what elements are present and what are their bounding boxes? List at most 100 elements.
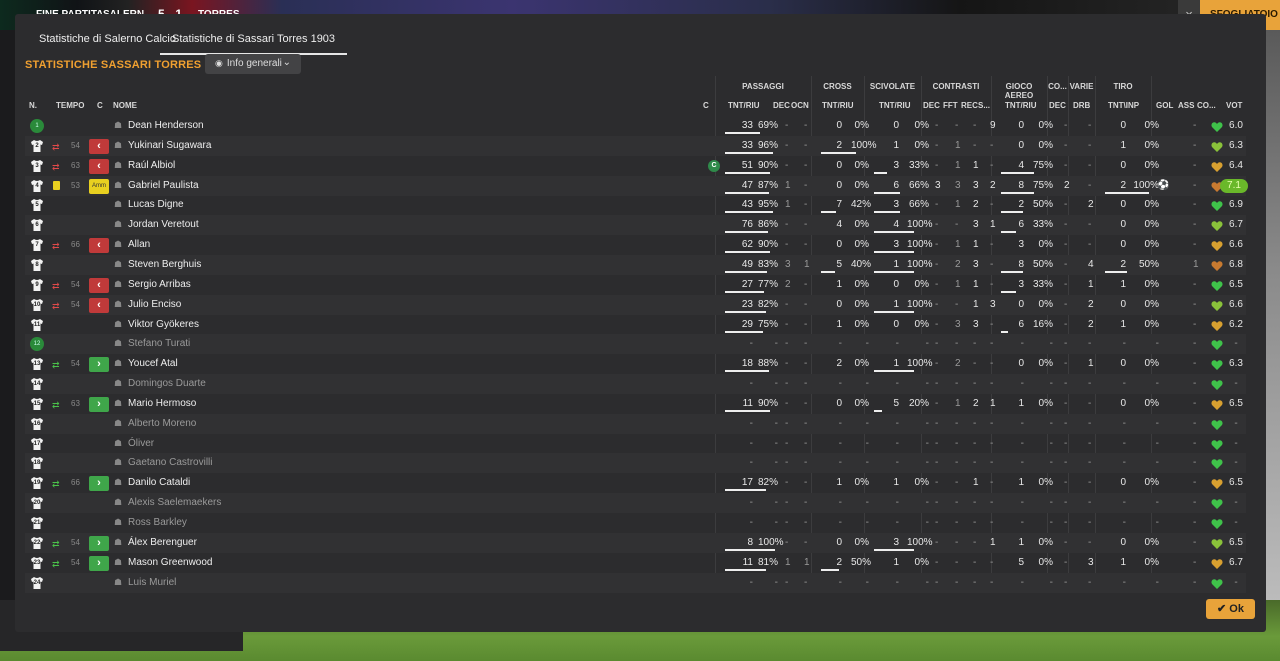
player-name[interactable]: Danilo Cataldi xyxy=(128,477,190,488)
col-ass[interactable]: ASS xyxy=(1178,101,1194,110)
tab-away-stats[interactable]: Statistiche di Sassari Torres 1903 xyxy=(160,33,348,55)
view-dropdown[interactable]: ◉ Info generali ⌄ xyxy=(205,54,301,74)
table-row[interactable]: 22 ⇄ › 54 ☗ Álex Berenguer 8 100% - -0 0% 3 100% - - -1… xyxy=(25,532,1246,553)
cross-completion: 0% xyxy=(854,159,869,171)
ok-button[interactable]: ✔ Ok xyxy=(1206,599,1255,619)
player-name[interactable]: Gaetano Castrovilli xyxy=(128,457,212,468)
col-pass-tnt-riu[interactable]: TNT/RIU xyxy=(728,101,760,110)
sub-in-icon[interactable]: › xyxy=(89,396,109,412)
table-row[interactable]: 23 ⇄ › 54 ☗ Mason Greenwood 11 81% 1 1 2 50% 1 0% - - - -… xyxy=(25,553,1246,573)
col-co-dec[interactable]: DEC xyxy=(1049,101,1066,110)
table-row[interactable]: 24 ☗ Luis Muriel - - - - - - - - - - - - - - - - - - - - xyxy=(25,572,1246,593)
col-time[interactable]: TEMPO xyxy=(56,101,84,110)
table-row[interactable]: 12 ☗ Stefano Turati - - - - - - - - - - - - - - - - - - - - xyxy=(25,334,1246,355)
tackle-attempts: 1 xyxy=(893,556,899,568)
col-pass-dec[interactable]: DEC xyxy=(773,101,790,110)
col-captain[interactable]: C xyxy=(703,101,709,110)
player-name[interactable]: Alberto Moreno xyxy=(128,418,196,429)
table-row[interactable]: 7 ⇄ ‹ 66 ☗ Allan 62 90% - -0 0% 3 100% -1 1-3 0% - -0 0% -6… xyxy=(25,235,1246,255)
player-name[interactable]: Allan xyxy=(128,239,150,250)
assists: - xyxy=(1193,497,1197,509)
player-name[interactable]: Stefano Turati xyxy=(128,338,190,349)
pass-attempts: - xyxy=(749,457,753,469)
player-name[interactable]: Viktor Gyökeres xyxy=(128,319,199,330)
col-number[interactable]: N. xyxy=(29,101,37,110)
pass-dec: 3 xyxy=(785,258,791,270)
table-row[interactable]: 21 ☗ Ross Barkley - - - - - - - - - - - - - - - - - - - - xyxy=(25,513,1246,533)
player-name[interactable]: Mario Hermoso xyxy=(128,398,196,409)
table-row[interactable]: 16 ☗ Alberto Moreno - - - - - - - - - - - - - - - - - - - - xyxy=(25,413,1246,434)
player-name[interactable]: Youcef Atal xyxy=(128,358,178,369)
table-row[interactable]: 18 ☗ Gaetano Castrovilli - - - - - - - - - - - - - - - - - -… xyxy=(25,453,1246,474)
player-name[interactable]: Álex Berenguer xyxy=(128,537,197,548)
player-name[interactable]: Steven Berghuis xyxy=(128,259,201,270)
col-card[interactable]: C xyxy=(97,101,103,110)
sub-in-icon[interactable]: › xyxy=(89,357,109,373)
sub-out-icon[interactable]: ‹ xyxy=(89,277,109,293)
col-gol[interactable]: GOL xyxy=(1156,101,1173,110)
sub-in-icon[interactable]: › xyxy=(89,476,109,492)
col-co2[interactable]: CO... xyxy=(1197,101,1216,110)
col-vote[interactable]: VOT xyxy=(1226,101,1242,110)
tackle-attempts: 0 xyxy=(893,278,899,290)
table-row[interactable]: 6 ☗ Jordan Veretout 76 86% - -4 0% 4 100% - -3 1 6 33%… xyxy=(25,215,1246,236)
table-row[interactable]: 17 ☗ Óliver - - - - - - - - - - - - - - - - - - - - xyxy=(25,434,1246,454)
player-name[interactable]: Lucas Digne xyxy=(128,199,184,210)
table-row[interactable]: 20 ☗ Alexis Saelemaekers - - - - - - - - - - - - - - - - - -… xyxy=(25,493,1246,514)
tab-home-stats[interactable]: Statistiche di Salerno Calcio xyxy=(39,33,176,53)
player-name[interactable]: Gabriel Paulista xyxy=(128,180,199,191)
pass-dec: - xyxy=(785,358,789,370)
person-icon: ☗ xyxy=(114,120,123,130)
table-row[interactable]: 13 ⇄ › 54 ☗ Youcef Atal 18 88% - -2 0% 1 100% -2- -0 0%… xyxy=(25,354,1246,374)
col-cross-tnt-riu[interactable]: TNT/RIU xyxy=(822,101,854,110)
sub-out-icon[interactable]: ‹ xyxy=(89,297,109,313)
col-tiro-tnt-inp[interactable]: TNT\INP xyxy=(1108,101,1139,110)
contrasti-fft: 2 xyxy=(955,358,961,370)
col-drb[interactable]: DRB xyxy=(1073,101,1090,110)
col-pass-ocn[interactable]: OCN xyxy=(791,101,809,110)
table-row[interactable]: 14 ☗ Domingos Duarte - - - - - - - - - - - - - - - - - - - - xyxy=(25,374,1246,395)
player-name[interactable]: Jordan Veretout xyxy=(128,219,199,230)
col-sciv-tnt-riu[interactable]: TNT/RIU xyxy=(879,101,911,110)
table-row[interactable]: 2 ⇄ ‹ 54 ☗ Yukinari Sugawara 33 96% - -2 100% 1 0% -1… xyxy=(25,135,1246,156)
col-name[interactable]: NOME xyxy=(113,101,137,110)
player-name[interactable]: Luis Muriel xyxy=(128,577,176,588)
player-name[interactable]: Óliver xyxy=(128,438,154,449)
table-row[interactable]: 15 ⇄ › 63 ☗ Mario Hermoso 11 90% - -0 0% 5 20% -1 2 1 1 0… xyxy=(25,394,1246,414)
player-name[interactable]: Alexis Saelemaekers xyxy=(128,497,221,508)
player-name[interactable]: Julio Enciso xyxy=(128,299,181,310)
col-con-dec[interactable]: DEC xyxy=(923,101,940,110)
table-row[interactable]: 4 Amm 53 ☗ Gabriel Paulista 47 87% 1-0 0% 6 66% 3 3 3… xyxy=(25,175,1248,196)
table-row[interactable]: 8 ☗ Steven Berghuis 49 83% 3 1 5 40% 1 100% -2 3-8 50… xyxy=(25,254,1246,275)
table-row[interactable]: 9 ⇄ ‹ 54 ☗ Sergio Arribas 27 77% 2-1 0% 0 0% -1 1-3 33… xyxy=(25,275,1246,295)
player-name[interactable]: Dean Henderson xyxy=(128,120,204,131)
player-name[interactable]: Domingos Duarte xyxy=(128,378,206,389)
cross-completion: - xyxy=(865,417,869,429)
col-con-s[interactable]: S... xyxy=(978,101,990,110)
sub-out-icon[interactable]: ‹ xyxy=(89,138,109,154)
player-name[interactable]: Raúl Albiol xyxy=(128,160,175,171)
player-name[interactable]: Mason Greenwood xyxy=(128,557,213,568)
sub-out-icon[interactable]: ‹ xyxy=(89,158,109,174)
player-name[interactable]: Ross Barkley xyxy=(128,517,187,528)
pass-ocn: - xyxy=(804,318,808,330)
player-name[interactable]: Sergio Arribas xyxy=(128,279,191,290)
table-row[interactable]: 1 ☗ Dean Henderson 33 69% - -0 0% 0 0% - - -9 0 0% - -0 0… xyxy=(25,116,1246,136)
player-name[interactable]: Yukinari Sugawara xyxy=(128,140,211,151)
contrasti-dec: - xyxy=(935,278,939,290)
table-row[interactable]: 3 ⇄ ‹ 63 ☗ Raúl Albiol C 51 90% - -0 0% 3 33% -1 1-4 75%… xyxy=(25,156,1246,176)
col-con-fft[interactable]: FFT xyxy=(943,101,958,110)
sub-in-icon[interactable]: › xyxy=(89,535,109,551)
person-icon: ☗ xyxy=(114,179,123,190)
sub-in-icon[interactable]: › xyxy=(89,555,109,571)
table-row[interactable]: 19 ⇄ › 66 ☗ Danilo Cataldi 17 82% - -1 0% 1 0% - -1-1 0… xyxy=(25,473,1246,493)
col-con-rec[interactable]: REC xyxy=(961,101,978,110)
table-row[interactable]: 10 ⇄ ‹ 54 ☗ Julio Enciso 23 82% - -0 0% 1 100% - -1 3 0 0… xyxy=(25,294,1246,315)
sub-out-icon[interactable]: ‹ xyxy=(89,238,109,254)
player-rating: 6.7 xyxy=(1229,219,1243,231)
contrasti-rec: 1 xyxy=(973,278,979,290)
table-row[interactable]: 11 ☗ Viktor Gyökeres 29 75% - -1 0% 0 0% -3 3-6 16% -… xyxy=(25,315,1246,335)
table-row[interactable]: 5 ☗ Lucas Digne 43 95% 1-7 42% 3 66% -1 2-2 50% -2 0 0… xyxy=(25,195,1246,215)
col-aer-tnt-riu[interactable]: TNT/RIU xyxy=(1005,101,1037,110)
person-icon: ☗ xyxy=(114,159,123,170)
